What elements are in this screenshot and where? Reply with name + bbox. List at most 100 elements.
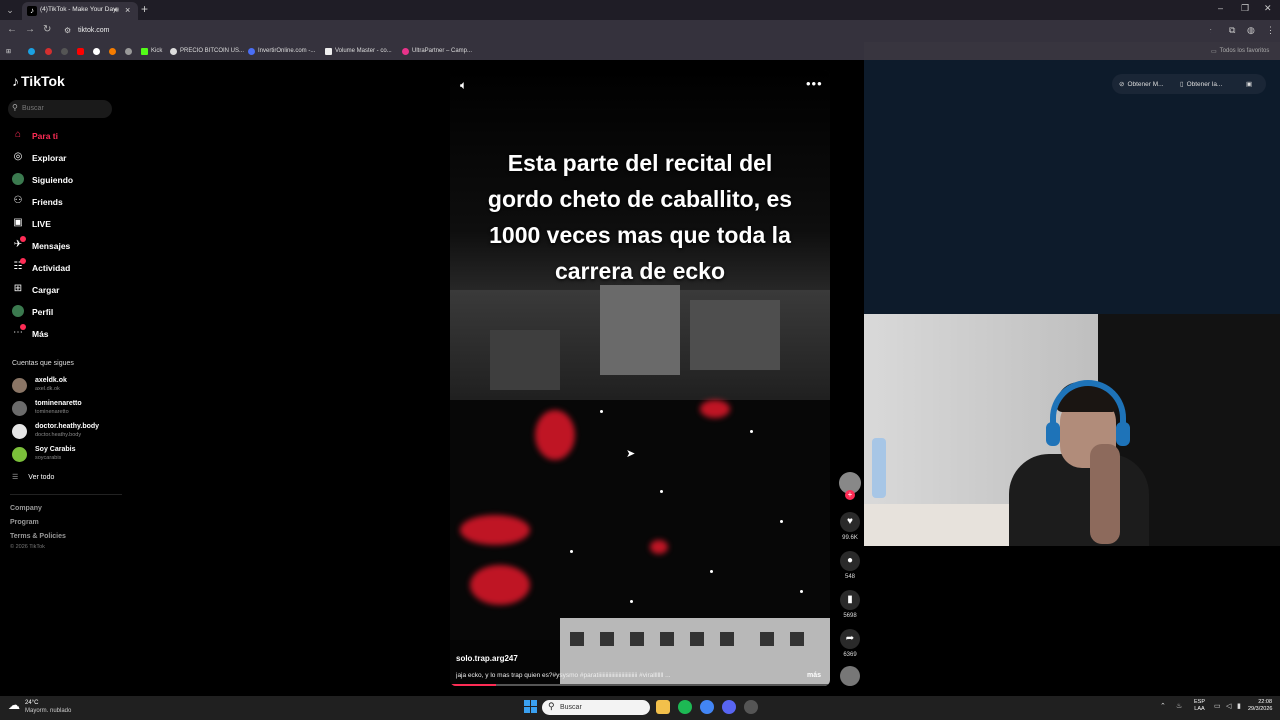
bookmark-label: Volume Master - co... xyxy=(335,48,392,54)
sidebar-item[interactable]: ◎ Explorar xyxy=(10,148,120,168)
sidebar-item[interactable]: ⌂ Para ti xyxy=(10,126,120,146)
tab-search-chevron-icon[interactable]: ⌄ xyxy=(4,4,16,16)
follow-plus-icon[interactable]: + xyxy=(845,490,855,500)
bookmark-icon[interactable]: ▮ xyxy=(840,590,860,610)
windows-taskbar: ☁ 24°C Mayorm. nublado ⚲ Buscar ⌃ ♨ ESP … xyxy=(0,696,1280,720)
sidebar-item[interactable]: Perfil xyxy=(10,302,120,322)
taskbar-search-input[interactable]: ⚲ Buscar xyxy=(542,700,650,715)
tab-audio-icon[interactable]: 🔊︎ xyxy=(114,5,119,15)
account-handle: axel.dk.ok xyxy=(35,386,60,392)
volume-tray-icon[interactable]: ◁ xyxy=(1226,702,1231,710)
address-bar[interactable]: ⚙ tiktok.com xyxy=(60,23,1210,39)
bookmark-icon-3[interactable] xyxy=(61,45,68,57)
tray-chevron-icon[interactable]: ⌃ xyxy=(1160,702,1166,710)
youtube-icon[interactable] xyxy=(77,45,84,57)
bookmark-icon-4[interactable] xyxy=(93,45,100,57)
tiktok-logo[interactable]: ♪ TikTok xyxy=(12,73,65,89)
reload-icon[interactable]: ↻ xyxy=(43,24,51,35)
following-account[interactable]: tominenaretto tominenaretto xyxy=(10,398,130,420)
bookmark-icon-6[interactable] xyxy=(125,45,132,57)
forward-icon[interactable]: → xyxy=(25,24,35,35)
bookmark-kick[interactable]: Kick xyxy=(141,45,162,57)
following-account[interactable]: Soy Carabis soycarabis xyxy=(10,444,130,466)
footer-link-company[interactable]: Company xyxy=(10,505,42,512)
volume-master-icon xyxy=(325,47,332,55)
spotify-icon[interactable] xyxy=(678,700,692,714)
music-disc-icon[interactable] xyxy=(840,666,860,686)
right-panel-background xyxy=(864,60,1280,314)
discord-icon[interactable] xyxy=(722,700,736,714)
video-player[interactable]: Esta parte del recital del gordo cheto d… xyxy=(450,70,830,686)
bookmark-invertir[interactable]: InvertirOnline.com -... xyxy=(248,45,315,57)
home-icon: ⌂ xyxy=(14,129,22,140)
heart-icon[interactable]: ♥ xyxy=(840,512,860,532)
footer-link-terms[interactable]: Terms & Policies xyxy=(10,533,66,540)
windows-start-icon[interactable] xyxy=(524,700,538,714)
save-action[interactable]: ▮ 5698 xyxy=(838,590,862,619)
browser-menu-icon[interactable]: ⋮ xyxy=(1266,25,1275,36)
sidebar-item-label: Más xyxy=(32,329,49,339)
see-all-button[interactable]: ☰ Ver todo xyxy=(12,473,54,481)
sidebar-item[interactable]: ▣ LIVE xyxy=(10,214,120,234)
browser-tab[interactable]: ♪ (4)TikTok - Make Your Day 🔊︎ × xyxy=(22,2,138,20)
file-explorer-icon[interactable] xyxy=(656,700,670,714)
globe-icon xyxy=(170,47,177,55)
microphone-icon[interactable]: ♨ xyxy=(1176,702,1182,710)
footer-link-program[interactable]: Program xyxy=(10,519,39,526)
back-icon[interactable]: ← xyxy=(7,24,17,35)
extension-avatar-icon[interactable]: ▣ xyxy=(1246,76,1252,92)
profile-icon xyxy=(12,305,24,317)
comment-action[interactable]: ● 548 xyxy=(838,551,862,580)
video-progress-bar[interactable] xyxy=(450,684,830,686)
bookmark-label: PRECIO BITCOIN US... xyxy=(180,48,245,54)
compass-icon: ◎ xyxy=(13,151,23,162)
all-bookmarks[interactable]: ▭ Todos los favoritos xyxy=(1211,45,1269,57)
weather-cloud-icon[interactable]: ☁ xyxy=(8,698,20,712)
search-input[interactable]: ⚲ Buscar xyxy=(8,100,112,118)
network-icon[interactable]: ▭ xyxy=(1214,702,1221,710)
sidebar-item[interactable]: ⊞ Cargar xyxy=(10,280,120,300)
bookmark-label: Kick xyxy=(151,48,163,54)
bookmark-icon-2[interactable] xyxy=(45,45,52,57)
description-more-button[interactable]: más xyxy=(807,672,821,679)
comment-icon[interactable]: ● xyxy=(840,551,860,571)
taskbar-clock[interactable]: 22:08 29/3/2026 xyxy=(1248,699,1272,713)
like-action[interactable]: ♥ 99.6K xyxy=(838,512,862,541)
bookmark-icon-5[interactable] xyxy=(109,45,116,57)
app-icon[interactable] xyxy=(744,700,758,714)
video-author[interactable]: solo.trap.arg247 xyxy=(456,654,518,663)
extensions-icon[interactable]: ⧉ xyxy=(1229,25,1235,36)
chrome-icon[interactable] xyxy=(700,700,714,714)
profile-avatar-icon[interactable]: ◍ xyxy=(1247,25,1255,36)
new-tab-button[interactable]: + xyxy=(141,2,148,16)
following-account[interactable]: doctor.heathy.body doctor.heathy.body xyxy=(10,421,130,443)
sidebar-item[interactable]: ✈ Mensajes xyxy=(10,236,120,256)
tab-close-icon[interactable]: × xyxy=(125,5,130,15)
window-close-icon[interactable]: ✕ xyxy=(1264,3,1272,14)
bookmark-bitcoin[interactable]: PRECIO BITCOIN US... xyxy=(170,45,244,57)
language-indicator[interactable]: ESP LAA xyxy=(1194,699,1205,713)
extension-button-2[interactable]: ▯ Obtener la... xyxy=(1180,76,1222,92)
restore-icon[interactable]: ❐ xyxy=(1241,3,1249,14)
share-action[interactable]: ➦ 6369 xyxy=(838,629,862,658)
sidebar-item[interactable]: ⋯ Más xyxy=(10,324,120,344)
sidebar-item[interactable]: ☷ Actividad xyxy=(10,258,120,278)
browser-tab-bar: ⌄ ♪ (4)TikTok - Make Your Day 🔊︎ × + – ❐… xyxy=(0,0,1280,20)
bookmark-icon-1[interactable] xyxy=(28,45,35,57)
sidebar-item[interactable]: Siguiendo xyxy=(10,170,120,190)
sidebar-item[interactable]: ⚇ Friends xyxy=(10,192,120,212)
volume-icon[interactable]: 🔈︎ xyxy=(460,78,467,93)
sidebar-item-label: Actividad xyxy=(32,263,71,273)
following-account[interactable]: axeldk.ok axel.dk.ok xyxy=(10,375,130,397)
extension-button-1[interactable]: ⊘ Obtener M... xyxy=(1119,76,1164,92)
minimize-icon[interactable]: – xyxy=(1218,3,1223,13)
save-count: 5698 xyxy=(843,613,857,619)
more-options-icon[interactable]: ••• xyxy=(806,76,823,91)
apps-grid-icon[interactable]: ⊞ xyxy=(6,45,11,57)
bookmark-volume-master[interactable]: Volume Master - co... xyxy=(325,45,392,57)
battery-icon[interactable]: ▮ xyxy=(1237,702,1241,710)
account-name: doctor.heathy.body xyxy=(35,423,100,430)
bookmark-ultrapartner[interactable]: UltraPartner – Camp... xyxy=(402,45,472,57)
share-icon[interactable]: ➦ xyxy=(840,629,860,649)
site-info-icon[interactable]: ⚙ xyxy=(64,26,71,35)
